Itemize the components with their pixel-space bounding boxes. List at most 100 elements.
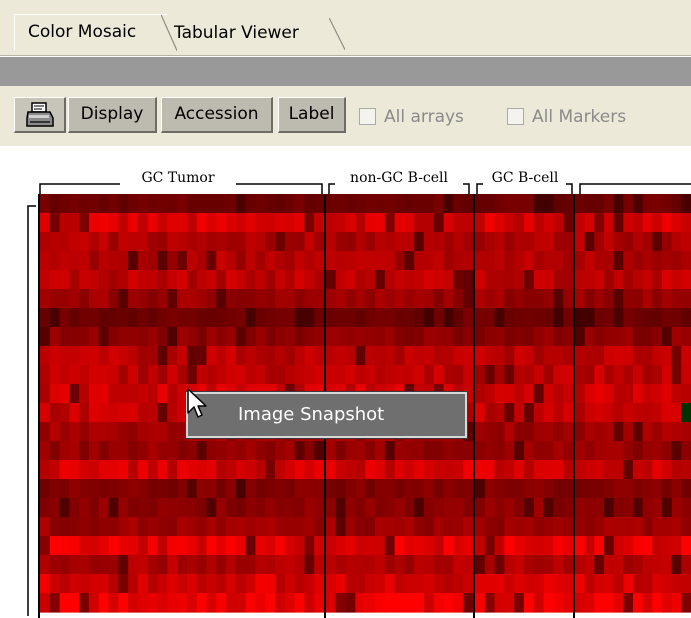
heatmap-cell[interactable] bbox=[128, 479, 139, 499]
heatmap-cell[interactable] bbox=[642, 270, 653, 290]
heatmap-cell[interactable] bbox=[167, 403, 178, 423]
heatmap-cell[interactable] bbox=[594, 574, 605, 594]
print-button[interactable] bbox=[14, 97, 66, 133]
heatmap-cell[interactable] bbox=[40, 403, 51, 423]
heatmap-cell[interactable] bbox=[326, 365, 337, 385]
heatmap-cell[interactable] bbox=[147, 194, 159, 214]
heatmap-cell[interactable] bbox=[375, 517, 386, 537]
heatmap-cell[interactable] bbox=[681, 365, 691, 385]
heatmap-cell[interactable] bbox=[642, 289, 653, 309]
heatmap-cell[interactable] bbox=[504, 555, 515, 575]
heatmap-cell[interactable] bbox=[594, 251, 605, 271]
heatmap-cell[interactable] bbox=[40, 194, 51, 214]
heatmap-cell[interactable] bbox=[345, 194, 356, 214]
heatmap-cell[interactable] bbox=[98, 498, 110, 518]
heatmap-cell[interactable] bbox=[98, 593, 110, 613]
heatmap-cell[interactable] bbox=[186, 517, 198, 537]
heatmap-cell[interactable] bbox=[196, 536, 208, 556]
heatmap-cell[interactable] bbox=[424, 441, 435, 461]
heatmap-cell[interactable] bbox=[88, 365, 100, 385]
heatmap-cell[interactable] bbox=[514, 308, 525, 328]
heatmap-cell[interactable] bbox=[206, 517, 217, 537]
heatmap-cell[interactable] bbox=[613, 213, 624, 233]
heatmap-cell[interactable] bbox=[652, 517, 663, 537]
heatmap-cell[interactable] bbox=[584, 384, 595, 404]
heatmap-cell[interactable] bbox=[98, 422, 110, 442]
heatmap-cell[interactable] bbox=[40, 327, 51, 347]
heatmap-cell[interactable] bbox=[642, 479, 653, 499]
heatmap-cell[interactable] bbox=[177, 574, 188, 594]
heatmap-cell[interactable] bbox=[613, 194, 624, 214]
heatmap-cell[interactable] bbox=[533, 308, 545, 328]
heatmap-cell[interactable] bbox=[475, 555, 486, 575]
heatmap-cell[interactable] bbox=[404, 365, 415, 385]
heatmap-cell[interactable] bbox=[613, 517, 624, 537]
heatmap-cell[interactable] bbox=[157, 384, 168, 404]
heatmap-cell[interactable] bbox=[414, 327, 425, 347]
heatmap-cell[interactable] bbox=[314, 441, 325, 461]
heatmap-cell[interactable] bbox=[414, 289, 425, 309]
heatmap-cell[interactable] bbox=[404, 498, 415, 518]
heatmap-cell[interactable] bbox=[575, 479, 586, 499]
heatmap-cell[interactable] bbox=[157, 232, 168, 252]
heatmap-cell[interactable] bbox=[424, 251, 435, 271]
heatmap-cell[interactable] bbox=[235, 536, 247, 556]
heatmap-cell[interactable] bbox=[543, 479, 554, 499]
heatmap-cell[interactable] bbox=[494, 251, 505, 271]
heatmap-cell[interactable] bbox=[553, 194, 564, 214]
heatmap-cell[interactable] bbox=[326, 213, 337, 233]
heatmap-cell[interactable] bbox=[563, 251, 574, 271]
heatmap-cell[interactable] bbox=[108, 365, 119, 385]
heatmap-cell[interactable] bbox=[633, 270, 644, 290]
heatmap-cell[interactable] bbox=[504, 574, 515, 594]
heatmap-cell[interactable] bbox=[345, 498, 356, 518]
heatmap-cell[interactable] bbox=[59, 213, 70, 233]
heatmap-cell[interactable] bbox=[137, 441, 149, 461]
heatmap-cell[interactable] bbox=[563, 365, 574, 385]
heatmap-cell[interactable] bbox=[524, 574, 535, 594]
heatmap-cell[interactable] bbox=[235, 517, 247, 537]
heatmap-cell[interactable] bbox=[463, 194, 474, 214]
heatmap-cell[interactable] bbox=[514, 422, 525, 442]
heatmap-cell[interactable] bbox=[594, 517, 605, 537]
heatmap-cell[interactable] bbox=[504, 194, 515, 214]
heatmap-cell[interactable] bbox=[49, 593, 61, 613]
heatmap-cell[interactable] bbox=[563, 327, 574, 347]
heatmap-cell[interactable] bbox=[563, 498, 574, 518]
heatmap-cell[interactable] bbox=[504, 365, 515, 385]
heatmap-cell[interactable] bbox=[594, 327, 605, 347]
heatmap-cell[interactable] bbox=[177, 308, 188, 328]
heatmap-cell[interactable] bbox=[294, 251, 306, 271]
heatmap-cell[interactable] bbox=[108, 232, 119, 252]
heatmap-cell[interactable] bbox=[88, 441, 100, 461]
heatmap-cell[interactable] bbox=[40, 593, 51, 613]
heatmap-cell[interactable] bbox=[245, 194, 257, 214]
heatmap-cell[interactable] bbox=[69, 536, 80, 556]
heatmap-cell[interactable] bbox=[433, 213, 445, 233]
heatmap-cell[interactable] bbox=[433, 270, 445, 290]
heatmap-cell[interactable] bbox=[671, 384, 682, 404]
all-markers-checkbox[interactable]: All Markers bbox=[507, 106, 626, 128]
heatmap-cell[interactable] bbox=[98, 213, 110, 233]
heatmap-cell[interactable] bbox=[563, 270, 574, 290]
heatmap-cell[interactable] bbox=[118, 289, 129, 309]
heatmap-cell[interactable] bbox=[335, 517, 347, 537]
heatmap-cell[interactable] bbox=[40, 346, 51, 366]
heatmap-cell[interactable] bbox=[98, 365, 110, 385]
heatmap-cell[interactable] bbox=[314, 479, 325, 499]
heatmap-cell[interactable] bbox=[394, 289, 405, 309]
heatmap-cell[interactable] bbox=[414, 593, 425, 613]
heatmap-cell[interactable] bbox=[69, 194, 80, 214]
heatmap-cell[interactable] bbox=[365, 346, 376, 366]
heatmap-cell[interactable] bbox=[475, 536, 486, 556]
heatmap-cell[interactable] bbox=[553, 384, 564, 404]
heatmap-cell[interactable] bbox=[443, 270, 454, 290]
heatmap-cell[interactable] bbox=[613, 593, 624, 613]
heatmap-cell[interactable] bbox=[294, 194, 306, 214]
heatmap-cell[interactable] bbox=[633, 441, 644, 461]
heatmap-cell[interactable] bbox=[69, 574, 80, 594]
heatmap-cell[interactable] bbox=[575, 232, 586, 252]
heatmap-cell[interactable] bbox=[326, 232, 337, 252]
heatmap-cell[interactable] bbox=[533, 403, 545, 423]
heatmap-cell[interactable] bbox=[226, 308, 237, 328]
